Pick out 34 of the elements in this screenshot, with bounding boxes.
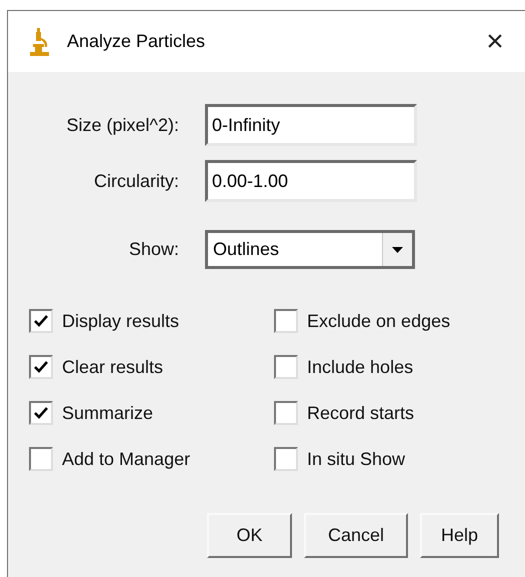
dialog-button[interactable]: Cancel [304, 513, 408, 558]
field-label: Show: [128, 238, 179, 261]
checkmark-icon [34, 361, 48, 373]
checkbox[interactable]: Summarize [29, 399, 274, 427]
checkbox[interactable]: Add to Manager [29, 445, 274, 473]
checkmark-icon [34, 315, 48, 327]
window-title: Analyze Particles [67, 30, 206, 53]
checkbox[interactable]: Exclude on edges [274, 307, 525, 335]
field-label: Circularity: [92, 170, 179, 193]
checkbox-box[interactable] [29, 401, 53, 425]
checkbox[interactable]: Include holes [274, 353, 525, 381]
text-field[interactable]: 0.00-1.00 [205, 160, 417, 202]
dialog-button[interactable]: OK [207, 513, 292, 558]
checkbox-box[interactable] [29, 447, 53, 471]
dropdown-arrow-button[interactable] [382, 233, 412, 266]
checkbox[interactable]: In situ Show [274, 445, 525, 473]
checkbox-box[interactable] [274, 401, 298, 425]
dropdown-value: Outlines [213, 238, 280, 261]
checkbox-box[interactable] [274, 447, 298, 471]
dialog-button[interactable]: Help [420, 513, 499, 558]
checkbox[interactable]: Display results [29, 307, 274, 335]
checkbox[interactable]: Clear results [29, 353, 274, 381]
checkbox[interactable]: Record starts [274, 399, 525, 427]
field-label: Size (pixel^2): [66, 114, 179, 137]
text-field[interactable]: 0-Infinity [205, 104, 417, 146]
dropdown[interactable]: Outlines [205, 230, 415, 269]
checkbox-box[interactable] [274, 355, 298, 379]
checkbox-box[interactable] [29, 309, 53, 333]
checkbox-box[interactable] [274, 309, 298, 333]
caret-icon [392, 246, 403, 252]
checkbox-box[interactable] [29, 355, 53, 379]
checkmark-icon [34, 407, 48, 419]
close-button[interactable]: × [465, 22, 525, 62]
microscope-icon [30, 28, 49, 56]
